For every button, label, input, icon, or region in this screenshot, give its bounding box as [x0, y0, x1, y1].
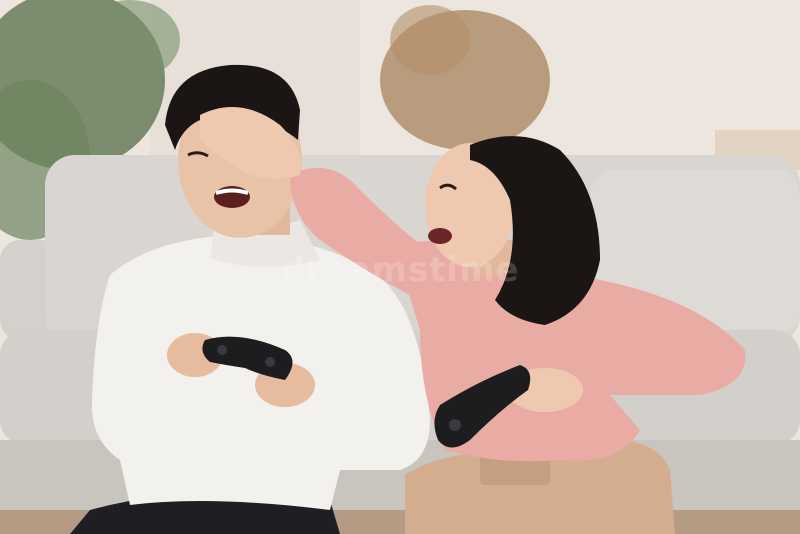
photo-scene — [0, 0, 800, 534]
